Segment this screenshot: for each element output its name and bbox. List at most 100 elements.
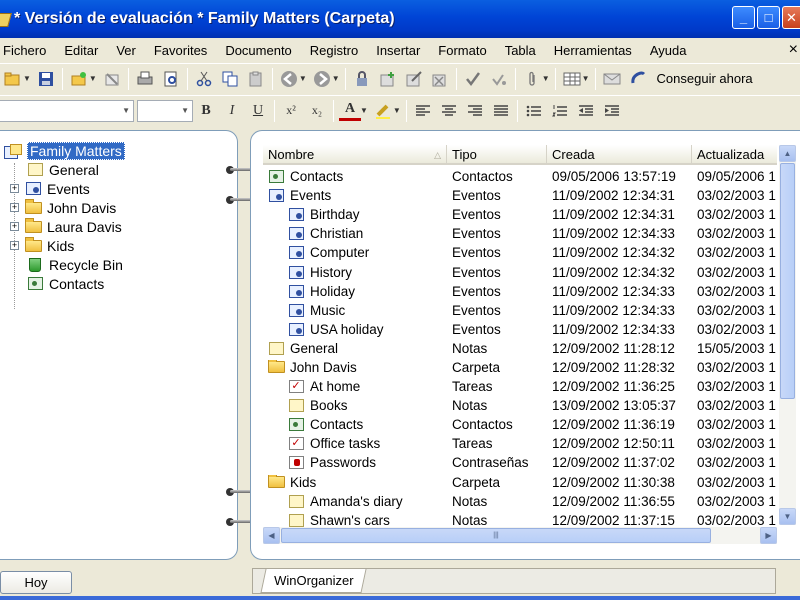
column-header-tipo[interactable]: Tipo bbox=[447, 145, 547, 163]
numbered-list-icon[interactable] bbox=[549, 100, 571, 122]
italic-button[interactable]: I bbox=[221, 100, 243, 122]
phone-icon[interactable] bbox=[627, 68, 649, 90]
menu-editar[interactable]: Editar bbox=[55, 43, 107, 58]
font-color-dropdown-icon[interactable]: ▼ bbox=[360, 106, 368, 115]
table-row[interactable]: USA holiday Eventos 11/09/2002 12:34:33 03/… bbox=[263, 320, 777, 339]
expand-icon[interactable]: + bbox=[10, 222, 19, 231]
table-row[interactable]: Amanda's diary Notas 12/09/2002 11:36:55 03… bbox=[263, 492, 777, 511]
check-icon[interactable] bbox=[462, 68, 484, 90]
view-grid-icon[interactable] bbox=[561, 68, 583, 90]
align-right-icon[interactable] bbox=[464, 100, 486, 122]
get-now-link[interactable]: Conseguir ahora bbox=[657, 71, 753, 86]
superscript-button[interactable]: x² bbox=[280, 100, 302, 122]
table-row[interactable]: Shawn's cars Notas 12/09/2002 11:37:15 03/0… bbox=[263, 511, 777, 527]
tab-winorganizer[interactable]: WinOrganizer bbox=[260, 569, 368, 593]
table-row[interactable]: History Eventos 11/09/2002 12:34:32 03/02/2… bbox=[263, 262, 777, 281]
table-row[interactable]: Passwords Contraseñas 12/09/2002 11:37:02 0… bbox=[263, 453, 777, 472]
tree-item-contacts[interactable]: Contacts bbox=[4, 274, 125, 293]
tree-item-general[interactable]: General bbox=[4, 160, 125, 179]
table-row[interactable]: Music Eventos 11/09/2002 12:34:33 03/02/200… bbox=[263, 301, 777, 320]
paste-icon[interactable] bbox=[245, 68, 267, 90]
vertical-scroll-thumb[interactable] bbox=[780, 163, 795, 399]
forward-icon[interactable] bbox=[311, 68, 333, 90]
delete-record-icon[interactable] bbox=[429, 68, 451, 90]
table-row[interactable]: Kids Carpeta 12/09/2002 11:30:38 03/02/2003… bbox=[263, 473, 777, 492]
tree-item-events[interactable]: + Events bbox=[4, 179, 125, 198]
vertical-scrollbar[interactable]: ▲ ▼ bbox=[779, 145, 796, 525]
menu-favorites[interactable]: Favorites bbox=[145, 43, 216, 58]
add-record-icon[interactable] bbox=[377, 68, 399, 90]
tree-item-laura-davis[interactable]: + Laura Davis bbox=[4, 217, 125, 236]
table-row[interactable]: ✓ Office tasks Tareas 12/09/2002 12:50:11 03… bbox=[263, 434, 777, 453]
lock-icon[interactable] bbox=[351, 68, 373, 90]
align-left-icon[interactable] bbox=[412, 100, 434, 122]
today-button[interactable]: Hoy bbox=[0, 571, 72, 594]
table-row[interactable]: Contacts Contactos 09/05/2006 13:57:19 09/0… bbox=[263, 167, 777, 186]
outdent-icon[interactable] bbox=[575, 100, 597, 122]
menu-fichero[interactable]: Fichero bbox=[0, 43, 55, 58]
column-header-actualizada[interactable]: Actualizada bbox=[692, 145, 777, 163]
table-row[interactable]: John Davis Carpeta 12/09/2002 11:28:32 03/0… bbox=[263, 358, 777, 377]
justify-icon[interactable] bbox=[490, 100, 512, 122]
back-dropdown-icon[interactable]: ▼ bbox=[299, 74, 307, 83]
bold-button[interactable]: B bbox=[195, 100, 217, 122]
table-row[interactable]: Computer Eventos 11/09/2002 12:34:32 03/02/… bbox=[263, 243, 777, 262]
delete-item-icon[interactable] bbox=[101, 68, 123, 90]
forward-dropdown-icon[interactable]: ▼ bbox=[332, 74, 340, 83]
view-dropdown-icon[interactable]: ▼ bbox=[582, 74, 590, 83]
tree-item-kids[interactable]: + Kids bbox=[4, 236, 125, 255]
menu-ver[interactable]: Ver bbox=[107, 43, 145, 58]
table-row[interactable]: Contacts Contactos 12/09/2002 11:36:19 03/0… bbox=[263, 415, 777, 434]
tree-root[interactable]: Family Matters bbox=[4, 141, 125, 160]
font-color-button[interactable]: A bbox=[339, 101, 361, 121]
column-header-nombre[interactable]: Nombre △ bbox=[263, 145, 447, 163]
menu-insertar[interactable]: Insertar bbox=[367, 43, 429, 58]
print-preview-icon[interactable] bbox=[160, 68, 182, 90]
highlight-dropdown-icon[interactable]: ▼ bbox=[393, 106, 401, 115]
table-row[interactable]: General Notas 12/09/2002 11:28:12 15/05/200… bbox=[263, 339, 777, 358]
table-row[interactable]: Events Eventos 11/09/2002 12:34:31 03/02/20… bbox=[263, 186, 777, 205]
scroll-left-icon[interactable]: ◀ bbox=[263, 527, 280, 544]
expand-icon[interactable]: + bbox=[10, 184, 19, 193]
new-dropdown-icon[interactable]: ▼ bbox=[89, 74, 97, 83]
indent-icon[interactable] bbox=[601, 100, 623, 122]
table-row[interactable]: Books Notas 13/09/2002 13:05:37 03/02/2003 … bbox=[263, 396, 777, 415]
new-item-icon[interactable] bbox=[68, 68, 90, 90]
scroll-right-icon[interactable]: ▶ bbox=[760, 527, 777, 544]
mail-icon[interactable] bbox=[601, 68, 623, 90]
close-button[interactable]: ✕ bbox=[782, 6, 800, 29]
horizontal-scroll-thumb[interactable]: ||| bbox=[281, 528, 711, 543]
maximize-button[interactable]: □ bbox=[757, 6, 780, 29]
tree-item-recycle-bin[interactable]: Recycle Bin bbox=[4, 255, 125, 274]
attachment-dropdown-icon[interactable]: ▼ bbox=[542, 74, 550, 83]
highlight-icon[interactable] bbox=[372, 100, 394, 122]
print-icon[interactable] bbox=[134, 68, 156, 90]
expand-icon[interactable]: + bbox=[10, 203, 19, 212]
attachment-icon[interactable] bbox=[521, 68, 543, 90]
table-row[interactable]: Birthday Eventos 11/09/2002 12:34:31 03/02/… bbox=[263, 205, 777, 224]
scroll-up-icon[interactable]: ▲ bbox=[779, 145, 796, 162]
edit-record-icon[interactable] bbox=[403, 68, 425, 90]
horizontal-scrollbar[interactable]: ◀ ||| ▶ bbox=[263, 527, 777, 544]
open-folder-icon[interactable] bbox=[2, 68, 24, 90]
menu-documento[interactable]: Documento bbox=[216, 43, 300, 58]
bullet-list-icon[interactable] bbox=[523, 100, 545, 122]
menu-ayuda[interactable]: Ayuda bbox=[641, 43, 696, 58]
font-name-combo[interactable]: ▼ bbox=[0, 99, 134, 122]
cut-icon[interactable] bbox=[193, 68, 215, 90]
underline-button[interactable]: U bbox=[247, 100, 269, 122]
save-icon[interactable] bbox=[35, 68, 57, 90]
check-partial-icon[interactable] bbox=[488, 68, 510, 90]
back-icon[interactable] bbox=[278, 68, 300, 90]
expand-icon[interactable]: + bbox=[10, 241, 19, 250]
table-row[interactable]: Christian Eventos 11/09/2002 12:34:33 03/02… bbox=[263, 224, 777, 243]
menu-herramientas[interactable]: Herramientas bbox=[545, 43, 641, 58]
minimize-button[interactable]: _ bbox=[732, 6, 755, 29]
table-row[interactable]: ✓ At home Tareas 12/09/2002 11:36:25 03/02/2… bbox=[263, 377, 777, 396]
column-header-creada[interactable]: Creada bbox=[547, 145, 692, 163]
open-dropdown-icon[interactable]: ▼ bbox=[23, 74, 31, 83]
tree-root-label[interactable]: Family Matters bbox=[27, 141, 125, 160]
align-center-icon[interactable] bbox=[438, 100, 460, 122]
tree-item-john-davis[interactable]: + John Davis bbox=[4, 198, 125, 217]
scroll-down-icon[interactable]: ▼ bbox=[779, 508, 796, 525]
